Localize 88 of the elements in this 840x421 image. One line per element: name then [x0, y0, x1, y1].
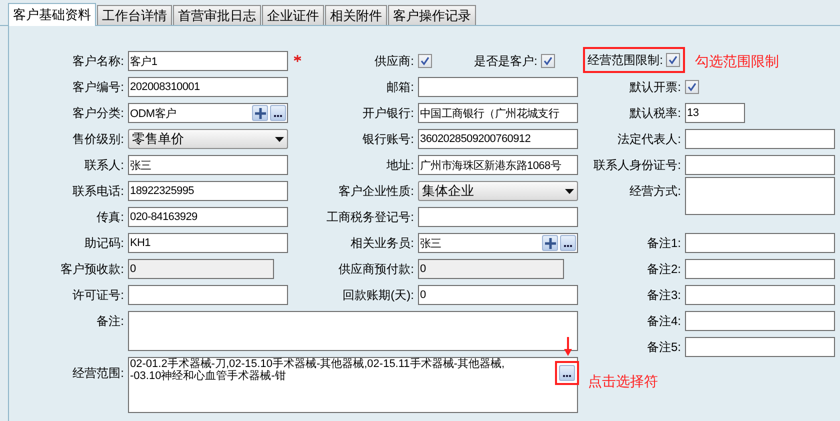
input-field[interactable] — [685, 129, 835, 149]
field-label: 开户银行: — [362, 105, 415, 122]
checkmark-icon — [543, 56, 554, 66]
field-label: 联系人: — [84, 157, 125, 174]
field-label: 客户名称: — [72, 53, 125, 70]
input-field[interactable] — [685, 259, 835, 279]
readonly-field[interactable]: 0 — [418, 259, 564, 279]
tab[interactable]: 首营审批日志 — [173, 5, 261, 25]
add-button[interactable] — [252, 105, 268, 121]
field-label: 客户分类: — [72, 105, 125, 122]
field-label: 客户预收款: — [60, 261, 125, 278]
field-label: 默认开票: — [630, 79, 682, 96]
input-field[interactable]: KH1 — [128, 233, 288, 253]
checkmark-icon — [668, 55, 678, 65]
input-field[interactable]: 张三 — [128, 155, 288, 175]
field-label: 是否是客户: — [474, 53, 538, 70]
input-field[interactable]: 广州市海珠区新港东路1068号 — [418, 155, 578, 175]
input-field[interactable] — [685, 155, 835, 175]
input-field[interactable] — [418, 207, 578, 227]
field-label: 联系电话: — [72, 183, 125, 200]
checkbox[interactable] — [666, 53, 680, 67]
tab[interactable]: 工作台详情 — [97, 5, 172, 25]
input-field[interactable]: 202008310001 — [128, 77, 288, 97]
field-label: 相关业务员: — [350, 235, 415, 252]
input-field[interactable]: 020-84163929 — [128, 207, 288, 227]
input-field[interactable]: 中国工商银行（广州花城支行 — [418, 103, 578, 123]
field-label: 回款账期(天): — [342, 287, 415, 304]
text-area[interactable] — [128, 311, 578, 351]
plus-icon — [254, 108, 266, 118]
input-field[interactable]: 13 — [685, 103, 745, 123]
checkbox[interactable] — [685, 80, 699, 94]
field-label: 备注1: — [646, 235, 682, 252]
annotation-text: 点击选择符 — [588, 372, 658, 391]
down-arrow-icon — [563, 337, 573, 357]
input-field[interactable] — [685, 233, 835, 253]
field-label: 银行账号: — [362, 131, 415, 148]
checkmark-icon — [687, 82, 697, 92]
field-label: 供应商预付款: — [338, 261, 415, 278]
field-label: 许可证号: — [72, 287, 125, 304]
field-label: 法定代表人: — [618, 131, 682, 148]
field-label: 备注: — [96, 313, 125, 330]
tab[interactable]: 企业证件 — [262, 5, 324, 25]
caret-icon — [275, 136, 284, 142]
field-label: 经营方式: — [630, 183, 682, 200]
dropdown[interactable]: 集体企业 — [418, 181, 578, 201]
field-label: 备注2: — [646, 261, 682, 278]
input-field[interactable] — [685, 311, 835, 331]
field-label: 备注4: — [646, 313, 682, 330]
more-button[interactable] — [270, 105, 286, 121]
add-button[interactable] — [542, 235, 558, 251]
field-label: 售价级别: — [72, 131, 125, 148]
field-label: 备注5: — [646, 339, 682, 356]
text-area[interactable] — [685, 177, 835, 215]
text-area[interactable]: 02-01.2手术器械-刀,02-15.10手术器械-其他器械,02-15.11手术器械-其他器械, -03.10神经和心血管手术器械-钳 — [128, 357, 578, 413]
input-field[interactable] — [128, 285, 288, 305]
checkbox[interactable] — [541, 54, 556, 68]
more-button[interactable] — [559, 365, 575, 381]
input-field[interactable]: 客户1 — [128, 51, 288, 71]
dropdown[interactable]: 零售单价 — [128, 129, 288, 149]
input-field[interactable] — [685, 337, 835, 357]
tab[interactable]: 客户基础资料 — [8, 3, 96, 26]
input-field[interactable] — [685, 285, 835, 305]
field-label: 助记码: — [84, 235, 125, 252]
field-label: 客户编号: — [72, 79, 125, 96]
field-label: 供应商: — [374, 53, 415, 70]
field-label: 联系人身份证号: — [594, 157, 682, 174]
readonly-field[interactable]: 0 — [128, 259, 274, 279]
plus-icon — [544, 238, 556, 248]
field-label: 工商税务登记号: — [326, 209, 415, 226]
field-label: 默认税率: — [630, 105, 682, 122]
input-field[interactable] — [418, 77, 578, 97]
annotation-text: 勾选范围限制 — [695, 52, 779, 70]
field-label: 客户企业性质: — [338, 183, 415, 200]
field-label: 传真: — [96, 209, 125, 226]
input-field[interactable]: 3602028509200760912 — [418, 129, 578, 149]
field-label: 经营范围: — [72, 365, 125, 382]
field-label: 地址: — [386, 157, 415, 174]
more-button[interactable] — [560, 235, 576, 251]
checkmark-icon — [420, 56, 430, 66]
caret-icon — [565, 188, 574, 194]
tab[interactable]: 相关附件 — [325, 5, 387, 25]
input-field[interactable]: 0 — [418, 285, 578, 305]
tab[interactable]: 客户操作记录 — [388, 5, 476, 25]
checkbox[interactable] — [418, 54, 432, 68]
field-label: 经营范围限制: — [588, 52, 663, 69]
field-label: 邮箱: — [386, 79, 415, 96]
input-field[interactable]: 18922325995 — [128, 181, 288, 201]
field-label: 备注3: — [646, 287, 682, 304]
